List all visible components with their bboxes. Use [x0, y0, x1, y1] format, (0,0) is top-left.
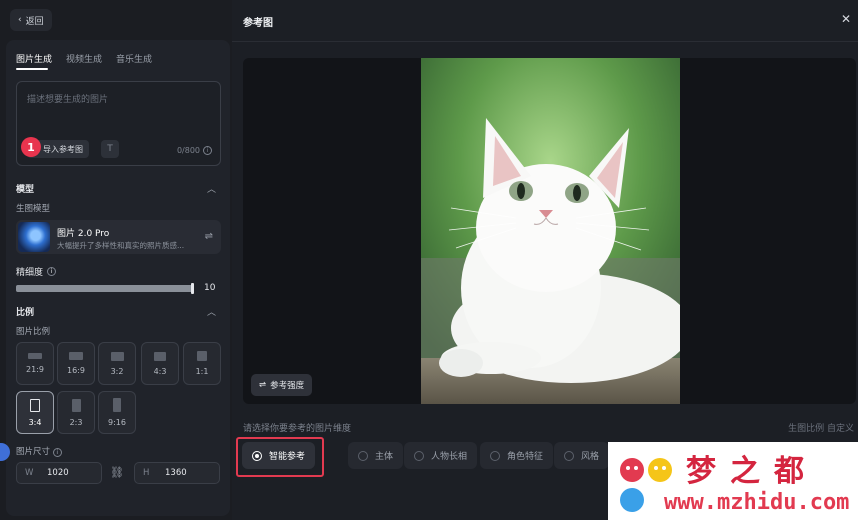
precision-slider-thumb[interactable]	[191, 283, 194, 294]
precision-label-text: 精细度	[16, 268, 44, 278]
ratio-option-1-1[interactable]: 1:1	[183, 342, 221, 385]
generation-tabs: 图片生成 视频生成 音乐生成	[16, 52, 152, 65]
height-input[interactable]: H 1360	[134, 462, 220, 484]
height-value: 1360	[165, 468, 187, 478]
model-name: 图片 2.0 Pro	[57, 229, 110, 239]
reference-strength-label: 参考强度	[270, 381, 305, 391]
ratio-shape-icon	[197, 351, 207, 361]
reference-strength-button[interactable]: ⇌ 参考强度	[251, 374, 313, 396]
reference-image-frame: ⇌ 参考强度	[243, 58, 856, 404]
back-label: 返回	[25, 16, 44, 27]
close-icon[interactable]: ✕	[841, 12, 851, 26]
info-icon[interactable]: i	[52, 448, 62, 457]
ratio-shape-icon	[113, 398, 121, 412]
width-prefix: W	[25, 468, 34, 478]
char-count-value: 0/800	[176, 146, 200, 155]
modal-title: 参考图	[243, 18, 273, 29]
reference-photo-cat	[421, 58, 680, 404]
model-thumbnail	[18, 222, 50, 252]
ratio-shape-icon	[28, 353, 42, 359]
output-ratio-setting[interactable]: 生图比例 自定义	[788, 421, 854, 434]
tab-video-generation[interactable]: 视频生成	[66, 52, 102, 65]
ratio-sublabel: 图片比例	[16, 327, 51, 337]
chevron-left-icon: ‹	[18, 15, 22, 25]
model-description: 大幅提升了多样性和真实的照片质感...	[57, 241, 185, 250]
ratio-option-21-9[interactable]: 21:9	[16, 342, 54, 385]
ratio-section-title: 比例	[16, 308, 35, 318]
chevron-up-icon[interactable]: ︿	[207, 182, 216, 195]
size-sublabel-text: 图片尺寸	[16, 447, 51, 457]
char-count: 0/800 i	[177, 146, 212, 155]
option-face[interactable]: 人物长相	[404, 442, 478, 469]
chevron-up-icon[interactable]: ︿	[207, 305, 216, 318]
text-format-icon[interactable]: T	[101, 140, 119, 158]
radio-icon	[490, 450, 500, 461]
ratio-option-4-3[interactable]: 4:3	[141, 342, 179, 385]
ratio-shape-icon	[110, 351, 124, 361]
radio-icon	[414, 450, 424, 461]
tab-image-generation[interactable]: 图片生成	[16, 52, 52, 65]
ratio-option-16-9[interactable]: 16:9	[57, 342, 95, 385]
ratio-option-2-3[interactable]: 2:3	[57, 391, 95, 434]
ratio-shape-icon	[30, 398, 40, 412]
model-selector[interactable]: 图片 2.0 Pro 大幅提升了多样性和真实的照片质感... ⇌	[16, 220, 221, 254]
option-label: 人物长相	[431, 452, 468, 462]
back-button[interactable]: ‹ 返回	[10, 9, 52, 31]
ratio-shape-icon	[154, 351, 166, 361]
left-sidebar: ‹ 返回 图片生成 视频生成 音乐生成 描述想要生成的图片 导入参考图 T 0/…	[0, 0, 232, 520]
watermark-url: www.mzhidu.com	[664, 490, 850, 515]
precision-slider-fill	[16, 285, 194, 292]
precision-value: 10	[204, 283, 216, 293]
watermark-title: 梦之都	[686, 454, 818, 489]
ratio-option-9-16[interactable]: 9:16	[98, 391, 136, 434]
link-icon[interactable]: ⛓	[110, 466, 124, 479]
model-section-title: 模型	[16, 185, 35, 195]
precision-slider[interactable]	[16, 283, 194, 294]
step-badge: 1	[21, 137, 41, 157]
option-character-features[interactable]: 角色特征	[480, 442, 554, 469]
option-subject[interactable]: 主体	[348, 442, 404, 469]
sliders-icon: ⇌	[259, 380, 267, 390]
info-icon[interactable]: i	[203, 146, 212, 155]
option-label: 主体	[375, 452, 394, 462]
ratio-option-3-4[interactable]: 3:4	[16, 391, 54, 434]
option-style[interactable]: 风格	[554, 442, 610, 469]
prompt-input[interactable]: 描述想要生成的图片 导入参考图 T 0/800 i	[16, 81, 221, 166]
ratio-shape-icon	[69, 352, 83, 360]
width-input[interactable]: W 1020	[16, 462, 102, 484]
prompt-placeholder: 描述想要生成的图片	[27, 95, 109, 105]
tab-music-generation[interactable]: 音乐生成	[116, 52, 152, 65]
height-prefix: H	[143, 468, 150, 478]
option-label: 风格	[581, 452, 600, 462]
cat-illustration	[421, 58, 680, 404]
modal-divider	[232, 41, 858, 42]
site-watermark: 梦之都 www.mzhidu.com	[608, 442, 858, 520]
dimension-prompt: 请选择你要参考的图片维度	[243, 424, 352, 434]
option-label: 角色特征	[507, 452, 544, 462]
ratio-option-3-2[interactable]: 3:2	[98, 342, 136, 385]
precision-label: 精细度 i	[16, 265, 57, 278]
generation-panel: 图片生成 视频生成 音乐生成 描述想要生成的图片 导入参考图 T 0/800 i…	[6, 40, 230, 516]
size-sublabel: 图片尺寸 i	[16, 445, 62, 457]
model-sublabel: 生图模型	[16, 204, 51, 214]
radio-icon	[564, 450, 574, 461]
active-tab-indicator	[16, 68, 48, 70]
info-icon[interactable]: i	[47, 267, 57, 276]
ratio-shape-icon	[71, 398, 81, 412]
radio-icon	[358, 450, 368, 461]
settings-sliders-icon[interactable]: ⇌	[205, 231, 213, 242]
highlight-box	[236, 437, 324, 477]
width-value: 1020	[47, 468, 69, 478]
